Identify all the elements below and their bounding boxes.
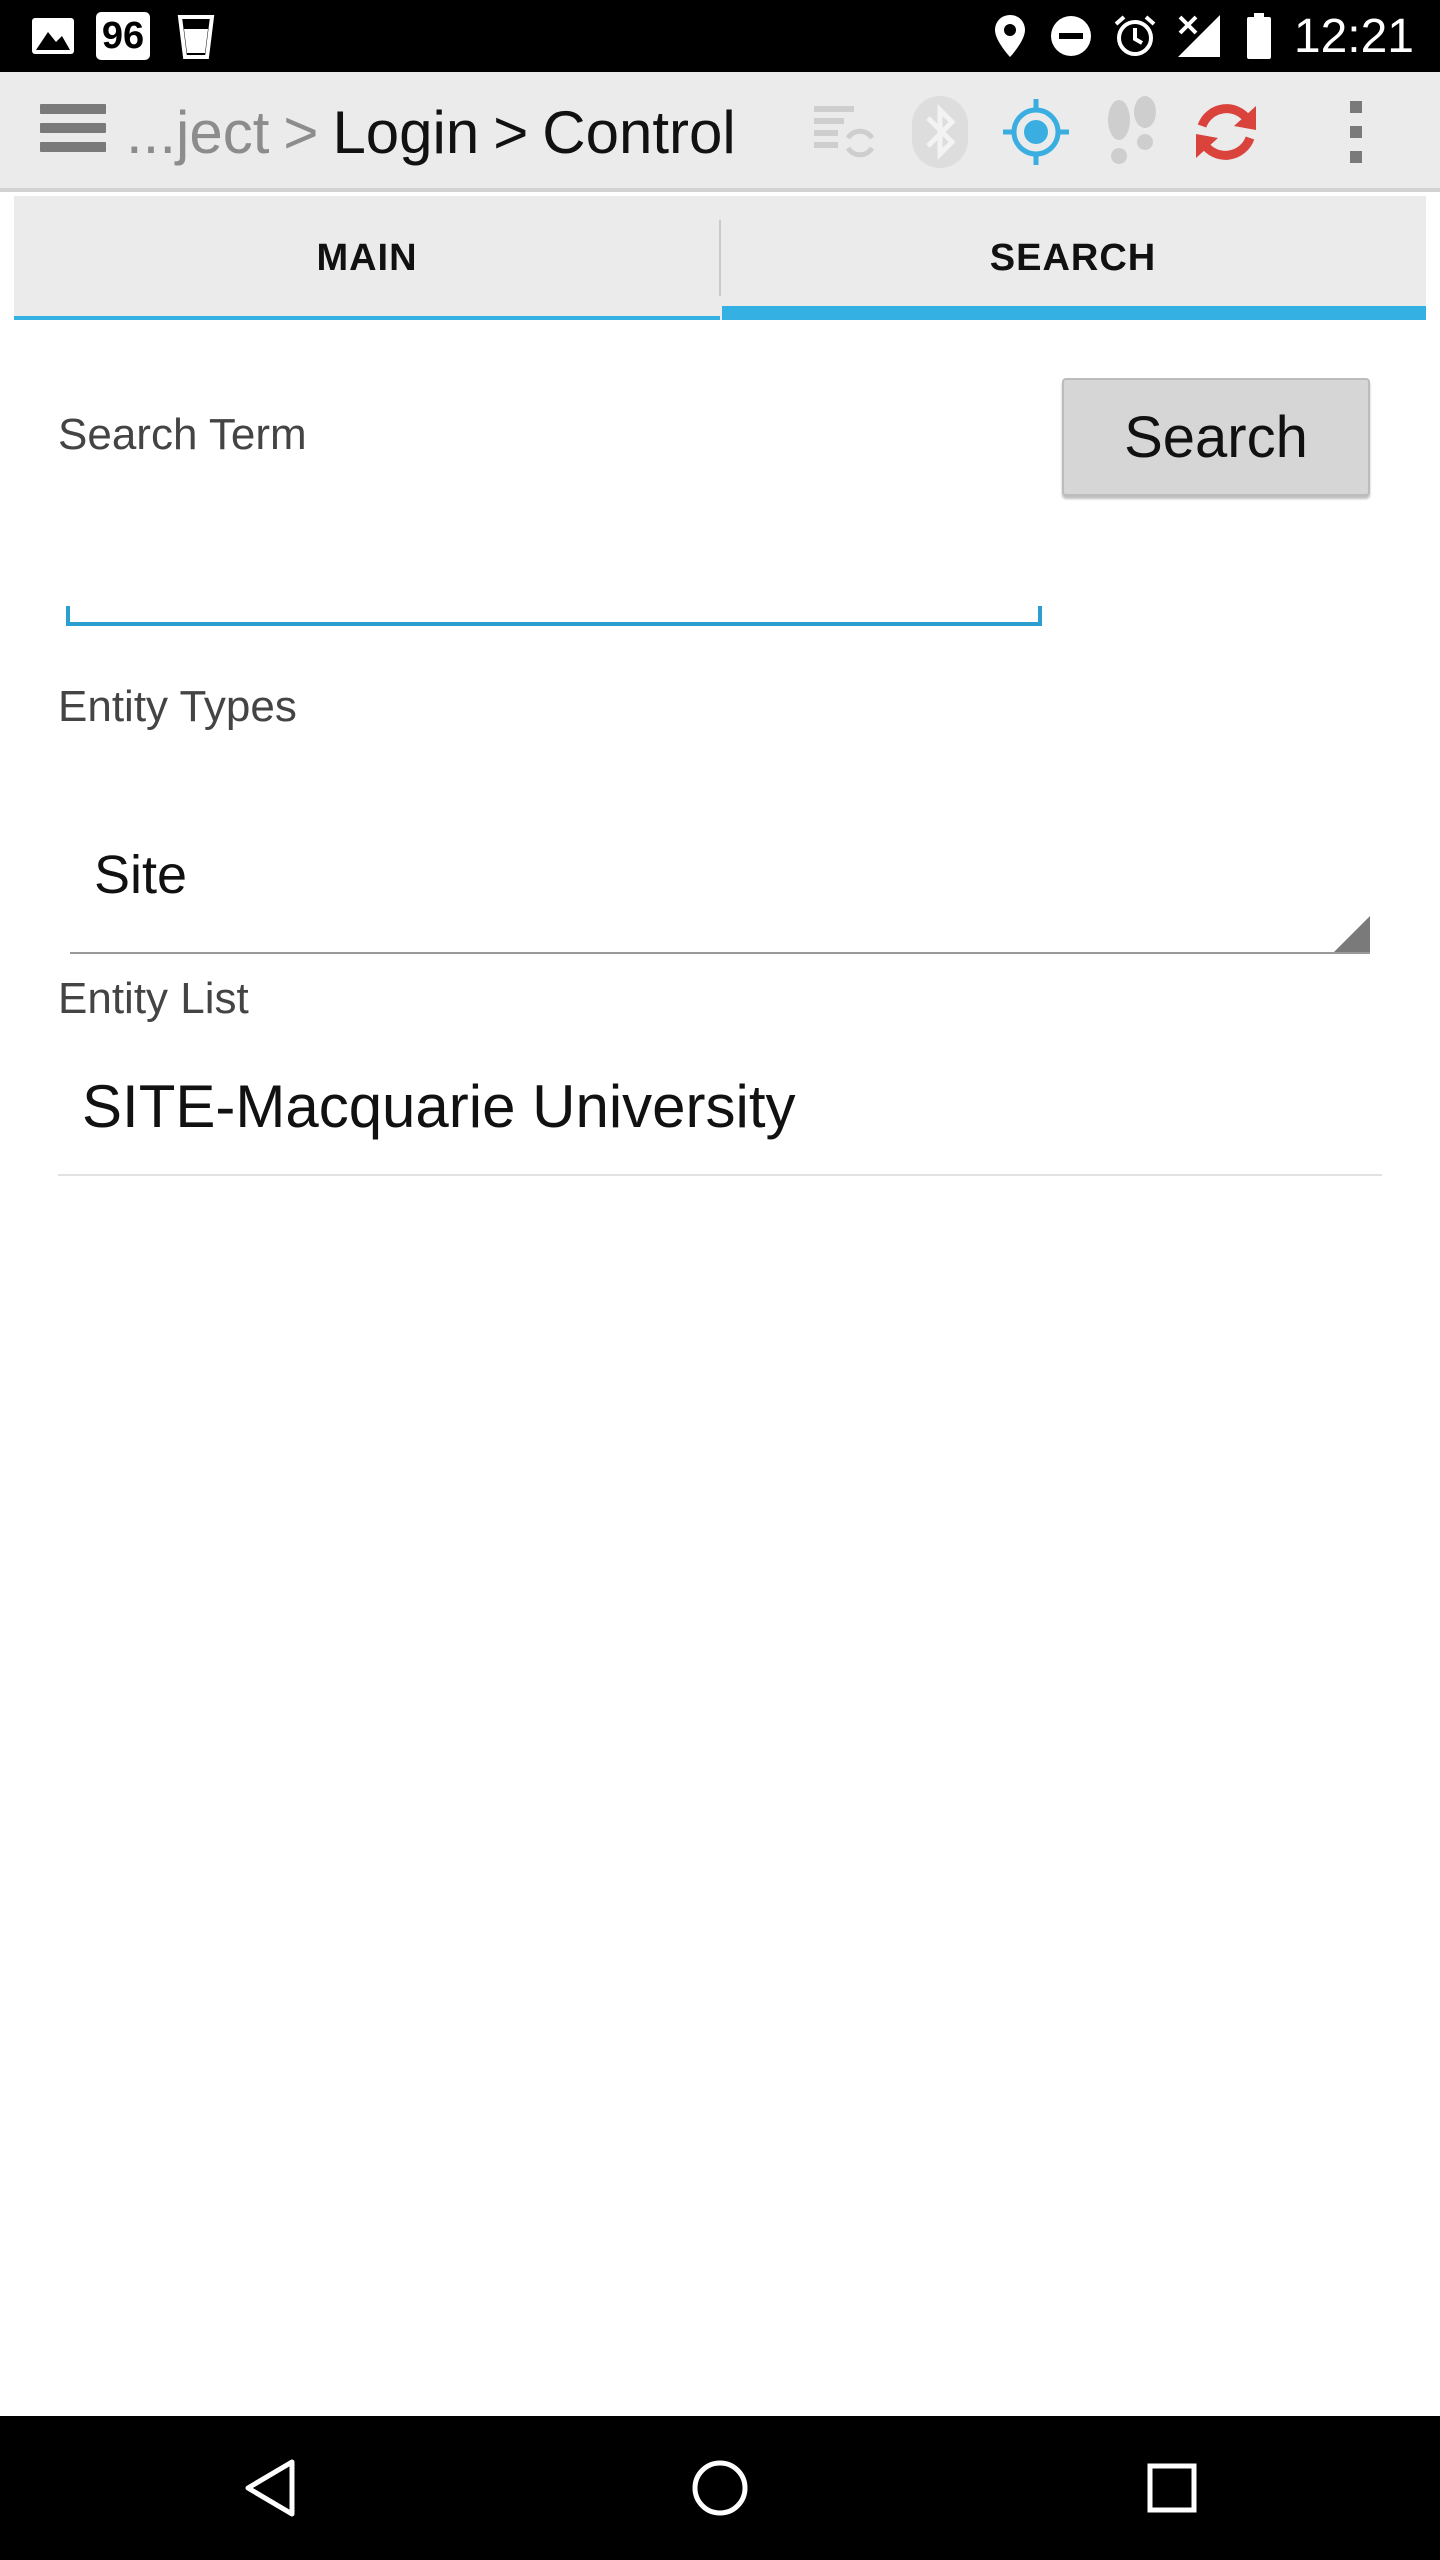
recents-icon[interactable]: [1092, 2416, 1252, 2560]
navigation-bar: [0, 2416, 1440, 2560]
bluetooth-icon[interactable]: [902, 94, 978, 170]
tab-search-indicator: [722, 306, 1426, 320]
entity-types-label: Entity Types: [58, 682, 297, 731]
entity-types-dropdown[interactable]: Site: [70, 810, 1370, 954]
sync-list-icon[interactable]: [806, 94, 882, 170]
input-edge-right: [1038, 606, 1042, 626]
breadcrumb[interactable]: ...ject > Login > Control: [126, 72, 736, 192]
gps-icon[interactable]: [998, 94, 1074, 170]
home-icon[interactable]: [640, 2416, 800, 2560]
location-pin-icon: [990, 0, 1030, 72]
battery-icon: [1244, 0, 1274, 72]
search-input[interactable]: [66, 530, 1042, 626]
tab-search[interactable]: SEARCH: [720, 196, 1426, 320]
search-button[interactable]: Search: [1062, 378, 1370, 496]
breadcrumb-separator: >: [493, 98, 529, 166]
menu-icon[interactable]: [40, 104, 106, 160]
dropdown-arrow-icon: [1334, 916, 1370, 952]
input-edge-left: [66, 606, 70, 626]
status-bar: 96 12:21: [0, 0, 1440, 72]
entity-types-selected: Site: [94, 845, 188, 905]
tab-main[interactable]: MAIN: [14, 196, 720, 320]
list-item[interactable]: SITE-Macquarie University: [58, 1040, 1382, 1176]
cup-icon: [174, 0, 218, 72]
breadcrumb-login[interactable]: Login: [332, 98, 479, 167]
do-not-disturb-icon: [1048, 0, 1094, 72]
search-term-label: Search Term: [58, 410, 307, 459]
tab-main-underline: [14, 316, 720, 320]
footsteps-icon[interactable]: [1094, 94, 1170, 170]
no-signal-icon: [1176, 0, 1222, 72]
entity-list-label: Entity List: [58, 974, 249, 1023]
list-item-label: SITE-Macquarie University: [82, 1072, 796, 1140]
breadcrumb-control: Control: [542, 98, 736, 166]
action-bar: ...ject > Login > Control: [0, 72, 1440, 192]
back-icon[interactable]: [190, 2416, 350, 2560]
battery-level-badge: 96: [96, 12, 150, 60]
overflow-menu-icon[interactable]: [1318, 94, 1394, 170]
alarm-icon: [1112, 0, 1158, 72]
breadcrumb-project[interactable]: ...ject: [126, 98, 269, 167]
breadcrumb-separator: >: [283, 98, 319, 166]
app-screen: 96 12:21 ...ject > Login > Control MAIN …: [0, 0, 1440, 2560]
image-icon: [30, 0, 76, 72]
refresh-icon[interactable]: [1188, 94, 1264, 170]
clock: 12:21: [1293, 9, 1414, 63]
tab-bar: MAIN SEARCH: [14, 196, 1426, 320]
